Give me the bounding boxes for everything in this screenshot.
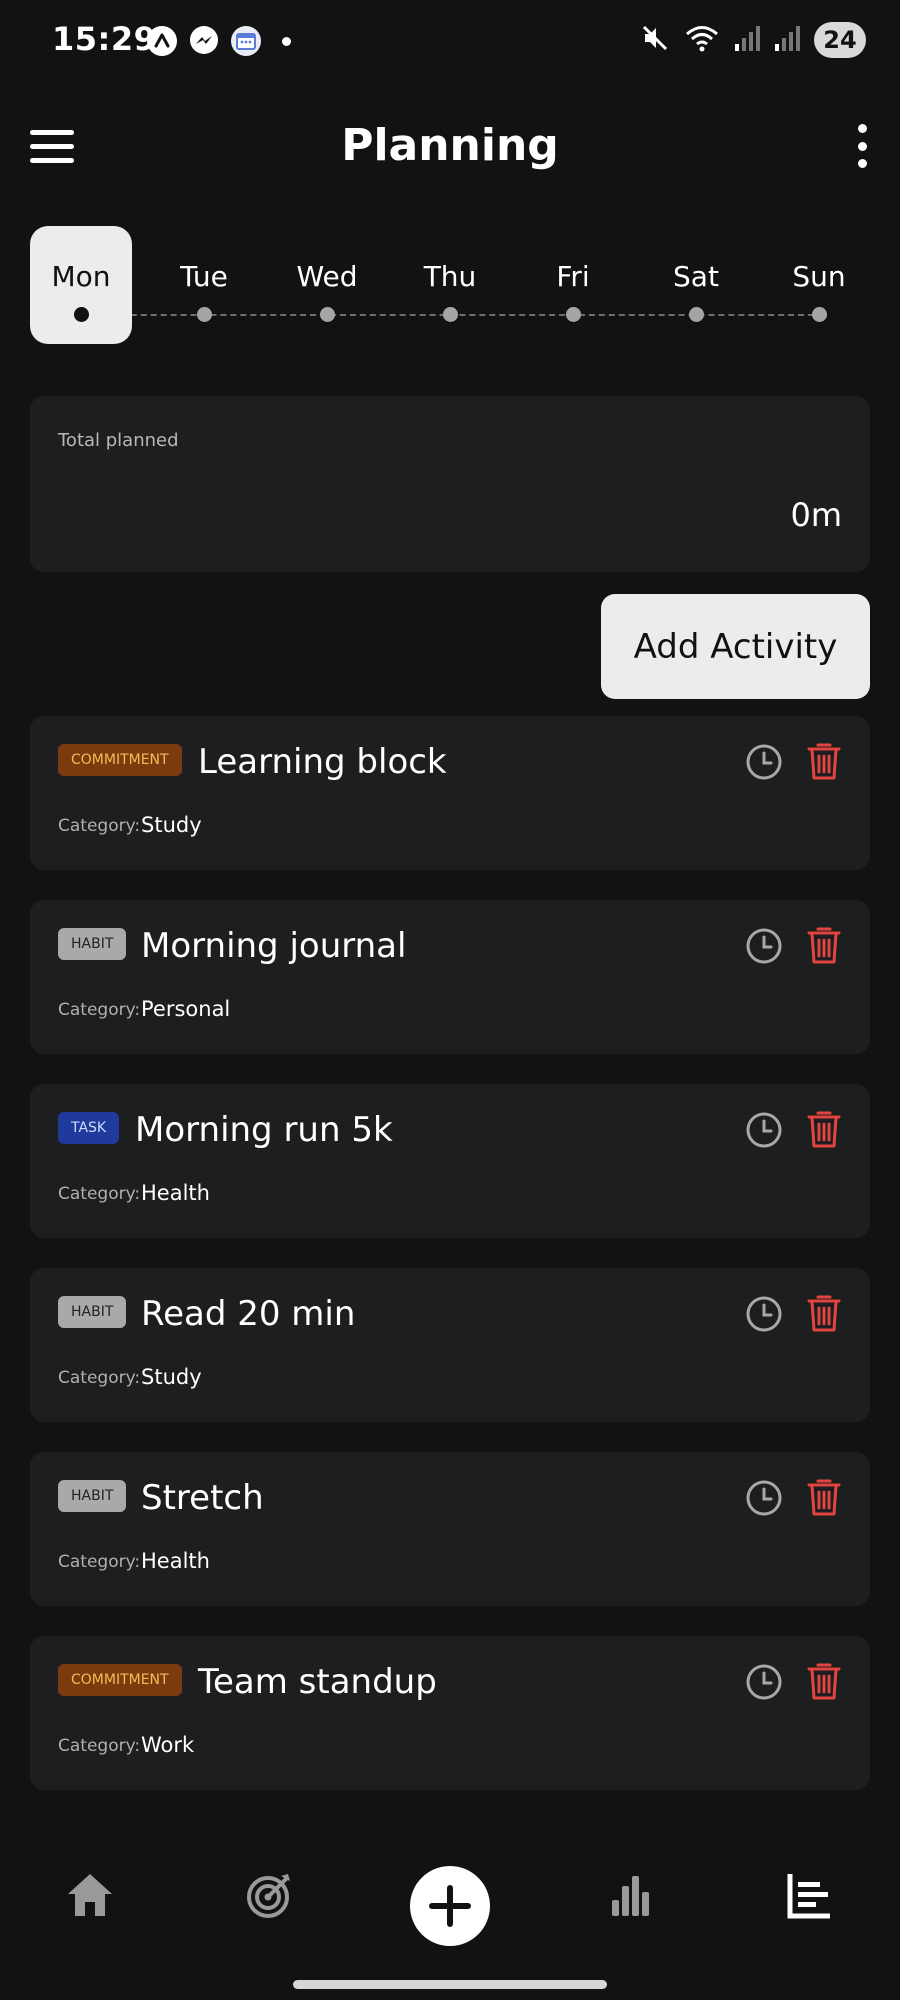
- battery-indicator: 24: [814, 22, 866, 58]
- category-label: Category:: [58, 1368, 141, 1388]
- total-planned-value: 0m: [790, 496, 842, 534]
- status-bar: 15:29 24: [0, 0, 900, 80]
- target-icon[interactable]: [244, 1870, 296, 1920]
- activity-card[interactable]: HABIT Stretch Category: Health: [30, 1452, 870, 1606]
- activity-card[interactable]: COMMITMENT Team standup Category: Work: [30, 1636, 870, 1790]
- home-indicator[interactable]: [293, 1980, 607, 1989]
- schedule-clock-icon[interactable]: [744, 1662, 784, 1702]
- app-icon: [146, 25, 178, 57]
- activity-card[interactable]: HABIT Read 20 min Category: Study: [30, 1268, 870, 1422]
- mute-icon: [640, 23, 670, 57]
- day-tue[interactable]: Tue: [153, 226, 255, 344]
- day-thu[interactable]: Thu: [399, 226, 501, 344]
- signal-icon: [774, 24, 800, 56]
- activity-badge: HABIT: [58, 1480, 127, 1512]
- activity-title: Morning run 5k: [135, 1110, 393, 1150]
- category-label: Category:: [58, 1736, 141, 1756]
- activity-badge: HABIT: [58, 928, 127, 960]
- activity-title: Morning journal: [141, 926, 407, 966]
- schedule-clock-icon[interactable]: [744, 1294, 784, 1334]
- activity-badge: COMMITMENT: [58, 744, 182, 776]
- add-fab-button[interactable]: [410, 1866, 490, 1946]
- bottom-navigation: [0, 1840, 900, 1970]
- category-value: Health: [141, 1549, 210, 1573]
- day-selector: Mon Tue Wed Thu Fri Sat Sun: [30, 226, 875, 344]
- activity-title: Read 20 min: [141, 1294, 356, 1334]
- activity-card[interactable]: COMMITMENT Learning block Category: Stud…: [30, 716, 870, 870]
- more-notifications-dot: [282, 36, 291, 46]
- delete-trash-icon[interactable]: [806, 1476, 842, 1518]
- page-title: Planning: [341, 120, 559, 171]
- category-value: Study: [141, 813, 202, 837]
- schedule-clock-icon[interactable]: [744, 1110, 784, 1150]
- schedule-clock-icon[interactable]: [744, 926, 784, 966]
- schedule-clock-icon[interactable]: [744, 742, 784, 782]
- activity-badge: HABIT: [58, 1296, 127, 1328]
- signal-icon: [734, 24, 760, 56]
- more-vert-icon: [857, 124, 867, 133]
- day-sat[interactable]: Sat: [645, 226, 747, 344]
- add-icon: [429, 1885, 471, 1927]
- delete-trash-icon[interactable]: [806, 1108, 842, 1150]
- category-value: Personal: [141, 997, 231, 1021]
- messenger-icon: [188, 25, 220, 57]
- notification-icons: [146, 25, 291, 57]
- activity-title: Team standup: [198, 1662, 437, 1702]
- app-bar: Planning: [0, 100, 900, 196]
- wifi-icon: [684, 23, 720, 57]
- day-sun[interactable]: Sun: [768, 226, 870, 344]
- activity-card[interactable]: HABIT Morning journal Category: Personal: [30, 900, 870, 1054]
- category-label: Category:: [58, 1184, 141, 1204]
- calendar-icon: [230, 25, 262, 57]
- more-options-button[interactable]: [854, 124, 870, 168]
- day-wed[interactable]: Wed: [276, 226, 378, 344]
- category-label: Category:: [58, 1552, 141, 1572]
- delete-trash-icon[interactable]: [806, 1660, 842, 1702]
- category-value: Health: [141, 1181, 210, 1205]
- day-mon[interactable]: Mon: [30, 226, 132, 344]
- delete-trash-icon[interactable]: [806, 924, 842, 966]
- planning-icon[interactable]: [784, 1870, 836, 1920]
- add-activity-button[interactable]: Add Activity: [601, 594, 870, 699]
- category-value: Work: [141, 1733, 195, 1757]
- activity-title: Stretch: [141, 1478, 264, 1518]
- day-fri[interactable]: Fri: [522, 226, 624, 344]
- schedule-clock-icon[interactable]: [744, 1478, 784, 1518]
- activity-badge: TASK: [58, 1112, 120, 1144]
- status-time: 15:29: [52, 20, 157, 58]
- category-value: Study: [141, 1365, 202, 1389]
- activity-badge: COMMITMENT: [58, 1664, 182, 1696]
- delete-trash-icon[interactable]: [806, 740, 842, 782]
- stats-icon[interactable]: [604, 1870, 656, 1920]
- activity-title: Learning block: [198, 742, 447, 782]
- total-planned-label: Total planned: [58, 430, 179, 451]
- system-icons: 24: [640, 22, 866, 58]
- total-planned-card: Total planned 0m: [30, 396, 870, 572]
- delete-trash-icon[interactable]: [806, 1292, 842, 1334]
- home-icon[interactable]: [64, 1870, 116, 1920]
- activity-card[interactable]: TASK Morning run 5k Category: Health: [30, 1084, 870, 1238]
- category-label: Category:: [58, 816, 141, 836]
- category-label: Category:: [58, 1000, 141, 1020]
